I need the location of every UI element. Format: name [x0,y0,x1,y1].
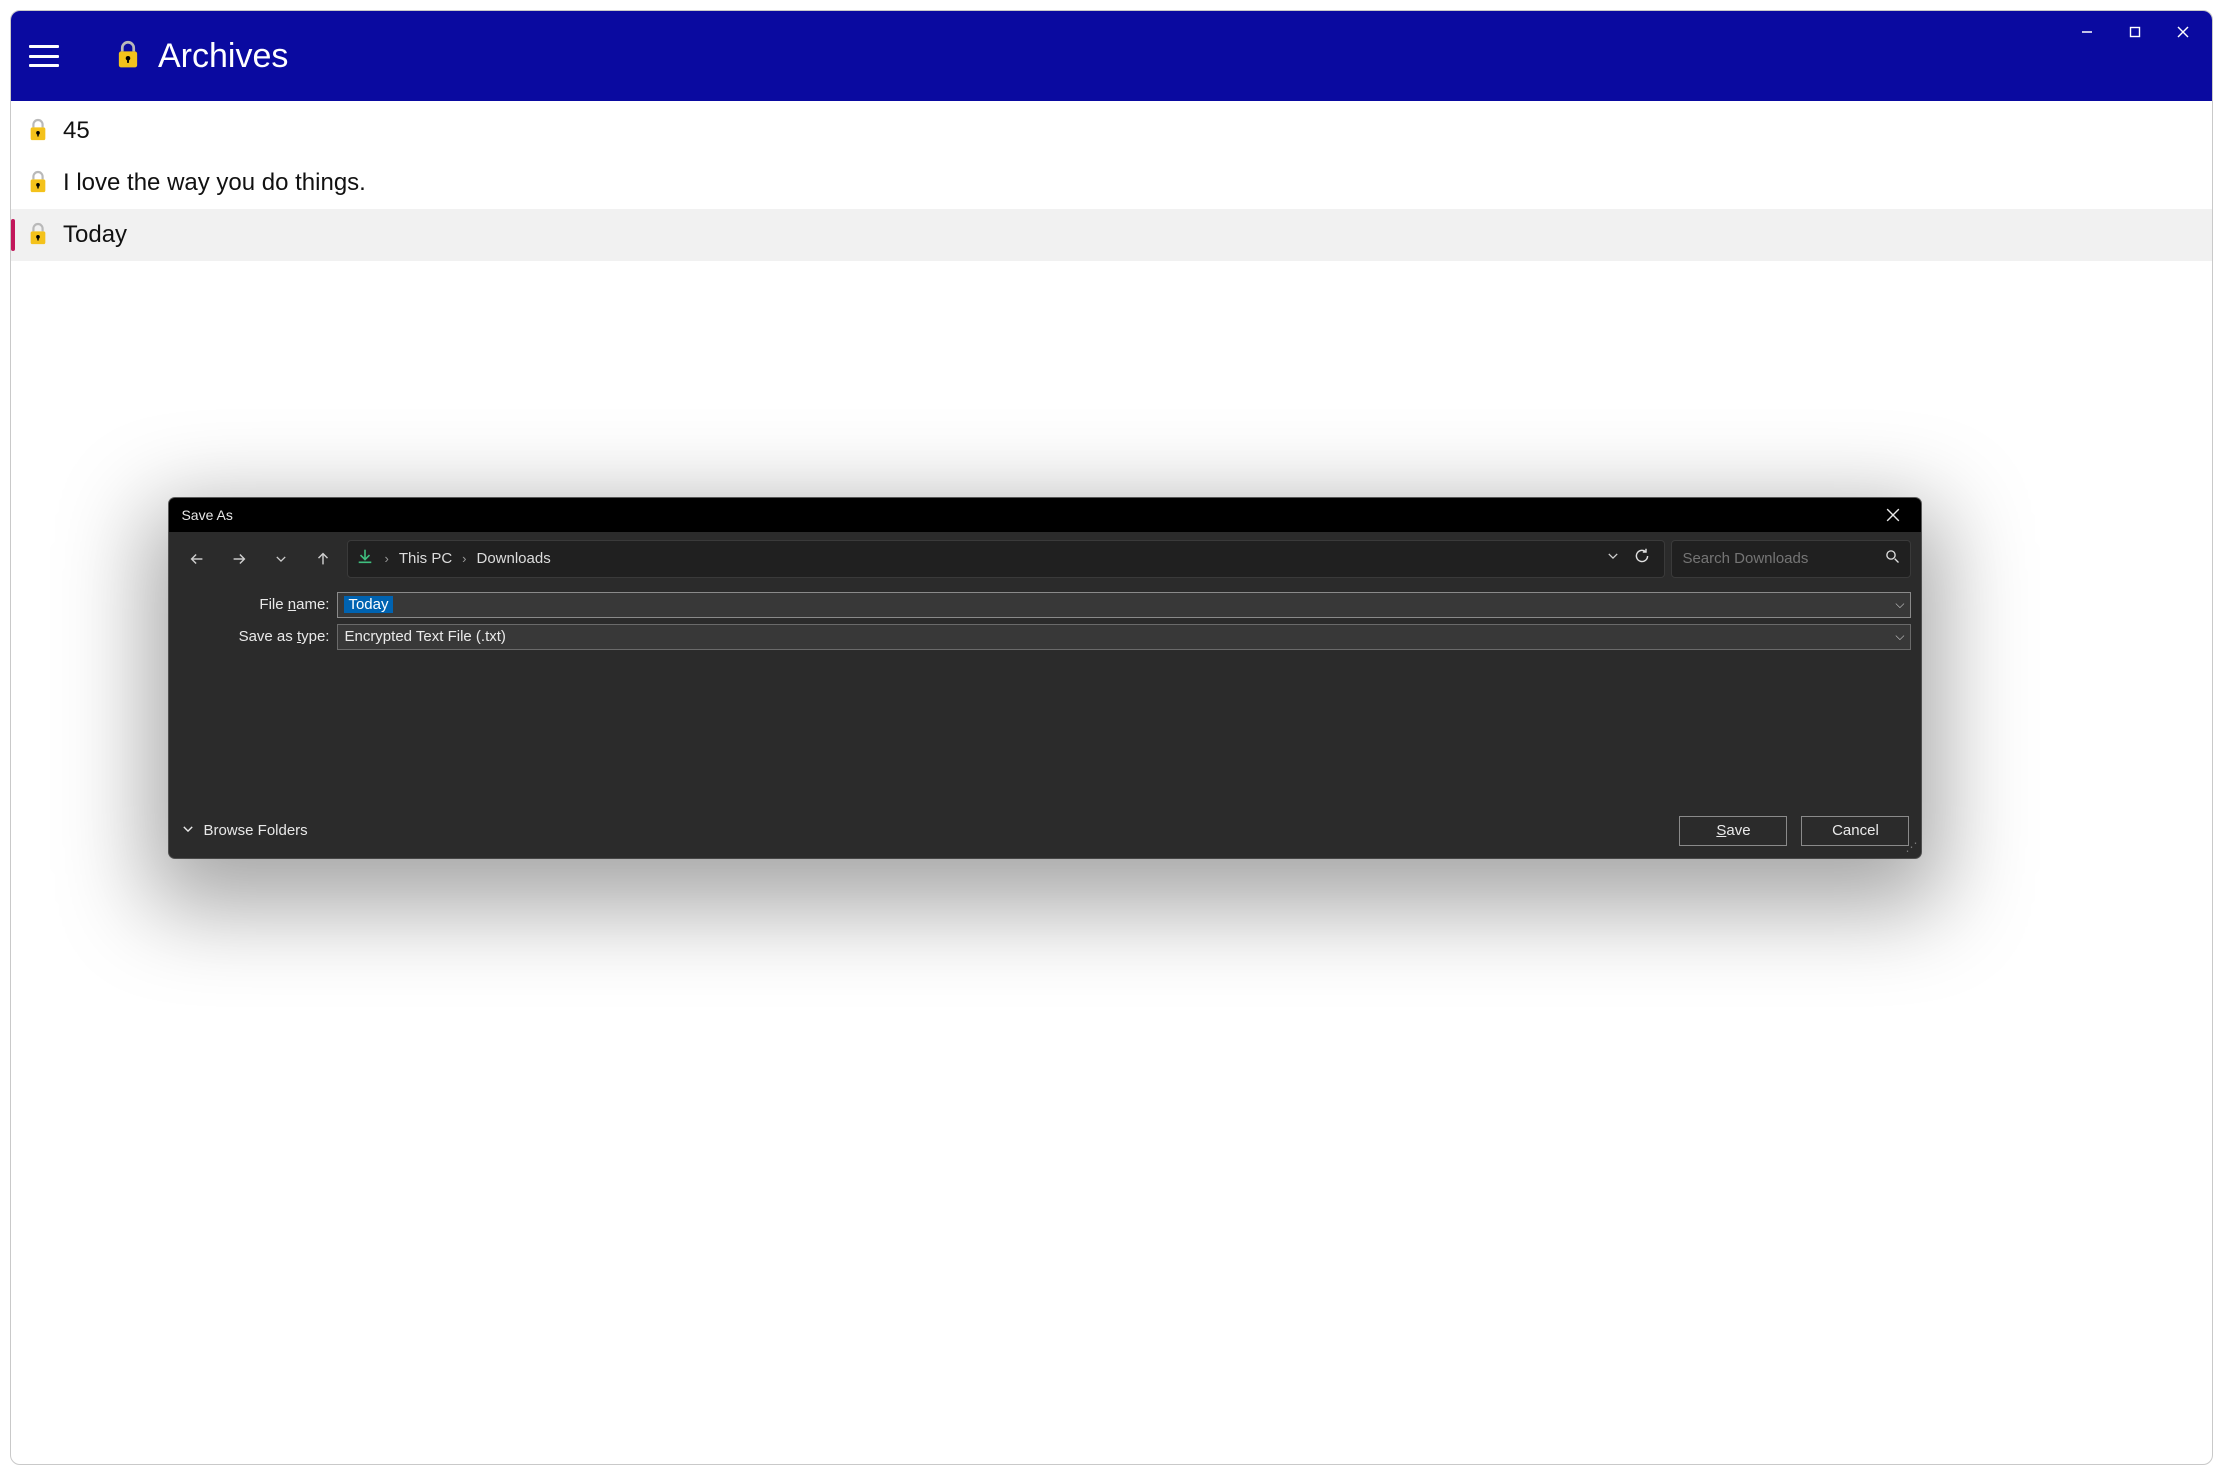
refresh-icon[interactable] [1634,548,1650,569]
browse-folders-toggle[interactable]: Browse Folders [181,822,307,840]
breadcrumb-segment[interactable]: Downloads [477,550,551,567]
chevron-right-icon: › [462,551,466,566]
saveastype-field[interactable]: Encrypted Text File (.txt) ⌵ [337,624,1911,650]
list-item-label: I love the way you do things. [63,169,366,197]
list-item[interactable]: I love the way you do things. [11,157,2212,209]
maximize-button[interactable] [2112,17,2158,47]
filename-row: File name: Today ⌵ [179,592,1911,618]
app-title: Archives [158,37,288,76]
resize-grip[interactable]: ⋰ [1905,840,1917,854]
list-item-label: 45 [63,117,90,145]
breadcrumb: › This PC › Downloads [384,550,1596,567]
nav-forward-button[interactable] [221,541,257,577]
dialog-close-button[interactable] [1873,498,1913,532]
window-controls [2064,17,2206,47]
filename-value[interactable]: Today [344,596,392,613]
app-header: Archives [11,11,2212,101]
save-as-dialog: Save As › [169,498,1921,858]
nav-back-button[interactable] [179,541,215,577]
nav-history-button[interactable] [263,541,299,577]
search-box[interactable] [1671,540,1911,578]
save-button[interactable]: Save [1679,816,1787,846]
filename-field[interactable]: Today ⌵ [337,592,1911,618]
browse-folders-label: Browse Folders [203,822,307,839]
minimize-button[interactable] [2064,17,2110,47]
nav-up-button[interactable] [305,541,341,577]
dialog-toolbar: › This PC › Downloads [169,532,1921,586]
filename-label: File name: [179,596,329,613]
list-item-label: Today [63,221,127,249]
dialog-titlebar: Save As [169,498,1921,532]
chevron-down-icon[interactable]: ⌵ [1895,629,1904,644]
saveastype-label: Save as type: [179,628,329,645]
dialog-title: Save As [181,507,232,523]
chevron-down-icon[interactable] [1606,549,1620,568]
dialog-body [169,660,1921,810]
lock-icon [114,40,142,72]
download-location-icon [356,547,374,570]
search-input[interactable] [1682,550,1885,567]
saveastype-row: Save as type: Encrypted Text File (.txt)… [179,624,1911,650]
search-icon[interactable] [1885,549,1900,569]
menu-button[interactable] [29,45,59,67]
cancel-button[interactable]: Cancel [1801,816,1909,846]
chevron-down-icon [181,822,195,840]
lock-icon [27,118,49,144]
lock-icon [27,170,49,196]
address-bar[interactable]: › This PC › Downloads [347,540,1665,578]
close-button[interactable] [2160,17,2206,47]
list-item[interactable]: 45 [11,105,2212,157]
saveastype-value: Encrypted Text File (.txt) [344,628,505,645]
dialog-form: File name: Today ⌵ Save as type: Encrypt… [169,586,1921,660]
dialog-footer: Browse Folders Save Cancel [169,810,1921,858]
app-window: Archives 45 [10,10,2213,1465]
list-item[interactable]: Today [11,209,2212,261]
lock-icon [27,222,49,248]
chevron-right-icon: › [384,551,388,566]
chevron-down-icon[interactable]: ⌵ [1895,597,1904,612]
breadcrumb-segment[interactable]: This PC [399,550,452,567]
